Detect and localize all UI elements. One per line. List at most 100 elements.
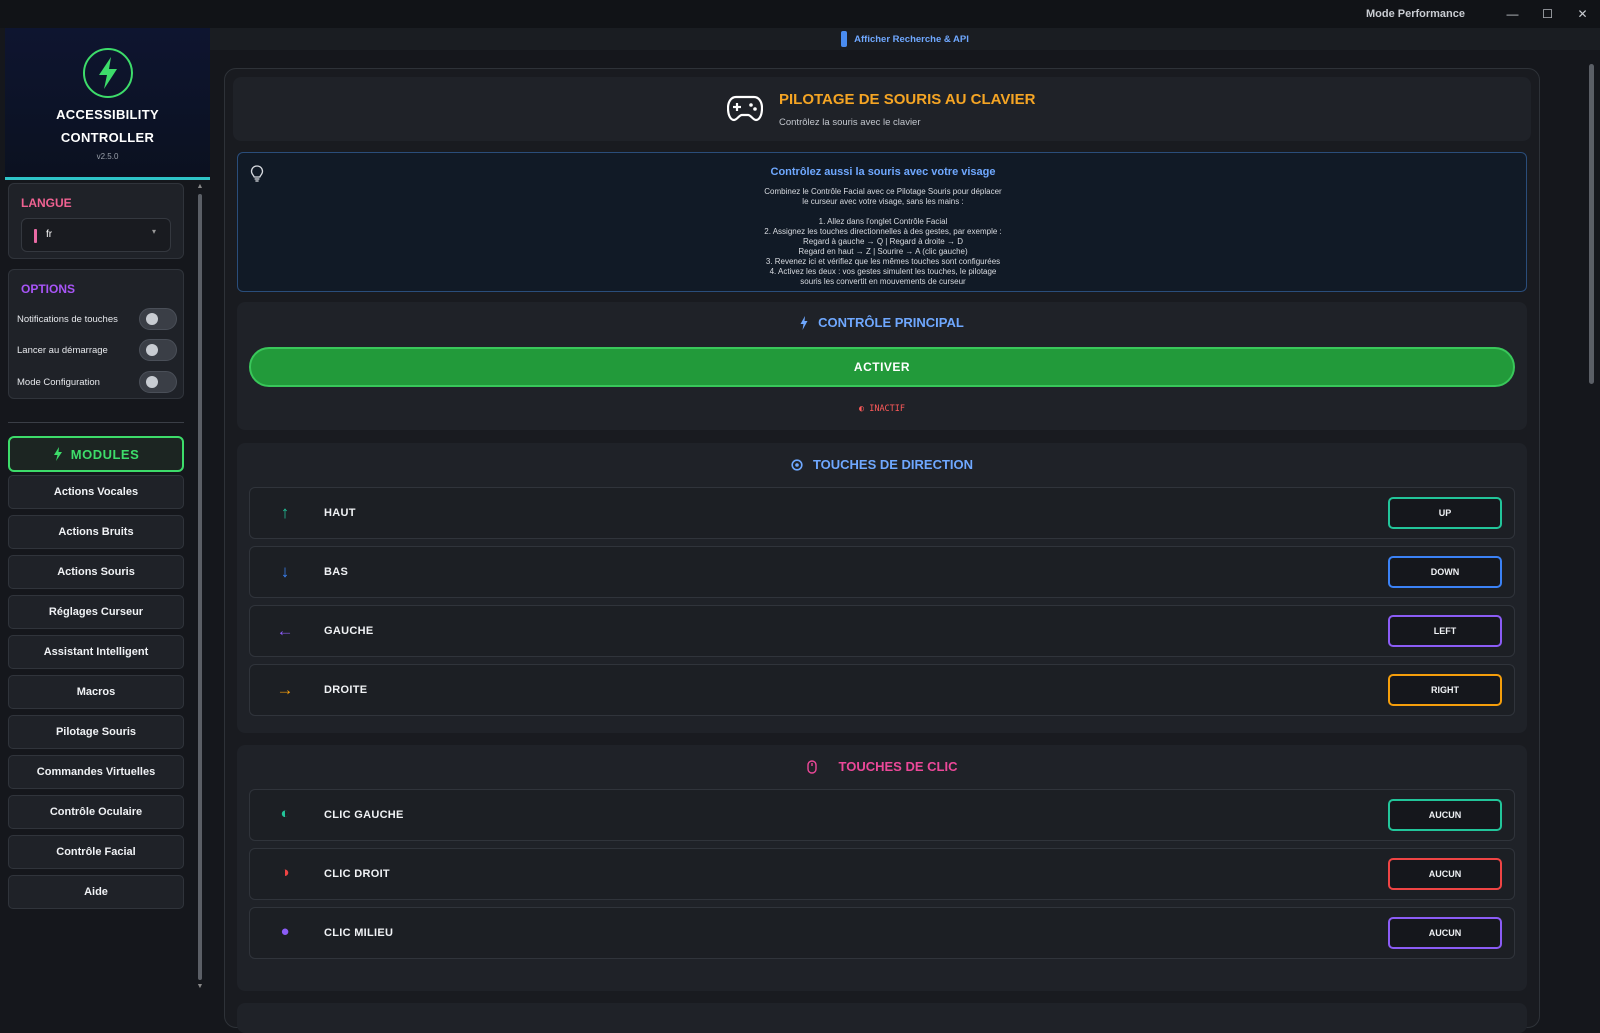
main-control-header: CONTRÔLE PRINCIPAL (237, 315, 1527, 330)
key-binding-down[interactable]: DOWN (1388, 556, 1502, 588)
content-panel: PILOTAGE DE SOURIS AU CLAVIER Contrôlez … (224, 68, 1540, 1033)
key-binding-middle-click[interactable]: AUCUN (1388, 917, 1502, 949)
main-scrollbar[interactable] (1589, 64, 1595, 1014)
lightning-icon (82, 48, 133, 98)
status-indicator: ◐ INACTIF (858, 404, 906, 414)
nav-item-pilotage-souris[interactable]: Pilotage Souris (8, 715, 184, 749)
scroll-up-icon[interactable]: ▲ (196, 182, 204, 192)
close-icon[interactable]: ✕ (1565, 7, 1600, 21)
tip-line: Regard à gauche → Q | Regard à droite → … (803, 237, 963, 246)
direction-name: BAS (324, 566, 349, 578)
tip-line: souris les convertit en mouvements de cu… (800, 277, 966, 286)
performance-mode-label[interactable]: Mode Performance (1366, 8, 1465, 20)
gamepad-icon (727, 95, 763, 122)
sidebar-scrollbar[interactable]: ▲ ▼ (196, 182, 204, 1014)
activate-button[interactable]: ACTIVER (249, 347, 1515, 387)
key-binding-left[interactable]: LEFT (1388, 615, 1502, 647)
direction-name: GAUCHE (324, 625, 374, 637)
direction-row-right: → DROITE RIGHT (249, 664, 1515, 716)
key-binding-up[interactable]: UP (1388, 497, 1502, 529)
tip-title: Contrôlez aussi la souris avec votre vis… (770, 166, 996, 178)
sidebar-scroll-thumb[interactable] (198, 194, 202, 980)
scroll-down-icon[interactable]: ▼ (196, 982, 204, 992)
maximize-icon[interactable]: ☐ (1530, 7, 1565, 21)
arrow-right-icon: → (276, 680, 294, 699)
facial-tip-box: Contrôlez aussi la souris avec votre vis… (237, 152, 1527, 292)
tip-line: 3. Revenez ici et vérifiez que les mêmes… (765, 257, 1001, 266)
window-titlebar: Mode Performance — ☐ ✕ (0, 0, 1600, 28)
direction-title: TOUCHES DE DIRECTION (812, 457, 974, 472)
tip-line: 2. Assignez les touches directionnelles … (764, 227, 1002, 236)
language-select[interactable]: fr ▾ (21, 218, 171, 252)
next-section-stub (237, 1003, 1527, 1033)
tip-line (238, 207, 1528, 217)
sidebar-divider (8, 422, 184, 423)
app-version: v2.5.0 (96, 152, 119, 161)
tip-line: 1. Allez dans l'onglet Contrôle Facial (818, 217, 948, 226)
click-section: TOUCHES DE CLIC ◐ CLIC GAUCHE AUCUN ◑ CL… (237, 745, 1527, 991)
option-startup: Lancer au démarrage (17, 338, 177, 362)
full-circle-icon: ● (280, 923, 290, 940)
language-title: LANGUE (21, 196, 72, 210)
modules-button[interactable]: MODULES (8, 436, 184, 472)
notifications-toggle[interactable] (139, 308, 177, 330)
main-control-section: CONTRÔLE PRINCIPAL ACTIVER ◐ INACTIF (237, 302, 1527, 430)
lightning-icon (53, 447, 62, 461)
direction-name: HAUT (324, 507, 356, 519)
arrow-left-icon: ← (276, 621, 294, 640)
lightning-icon (800, 315, 808, 330)
app-title-line2: CONTROLLER (60, 130, 155, 145)
page-header: PILOTAGE DE SOURIS AU CLAVIER Contrôlez … (233, 77, 1531, 141)
right-half-circle-icon: ◑ (280, 864, 290, 881)
nav-item-controle-oculaire[interactable]: Contrôle Oculaire (8, 795, 184, 829)
tip-line: 4. Activez les deux : vos gestes simulen… (769, 267, 997, 276)
minimize-icon[interactable]: — (1495, 7, 1530, 21)
main-scroll-thumb[interactable] (1589, 64, 1594, 384)
click-header: TOUCHES DE CLIC (237, 759, 1527, 774)
click-row-right: ◑ CLIC DROIT AUCUN (249, 848, 1515, 900)
main-control-title: CONTRÔLE PRINCIPAL (818, 315, 964, 330)
option-label: Mode Configuration (17, 376, 100, 388)
nav-item-commandes-virtuelles[interactable]: Commandes Virtuelles (8, 755, 184, 789)
main-area: Afficher Recherche & API PILOTAGE DE SOU… (210, 28, 1600, 1033)
nav-item-actions-vocales[interactable]: Actions Vocales (8, 475, 184, 509)
key-binding-right-click[interactable]: AUCUN (1388, 858, 1502, 890)
nav-item-actions-bruits[interactable]: Actions Bruits (8, 515, 184, 549)
app-title-line1: ACCESSIBILITY (56, 107, 159, 122)
direction-row-up: ↑ HAUT UP (249, 487, 1515, 539)
sidebar: ACCESSIBILITY CONTROLLER v2.5.0 ▲ ▼ LANG… (0, 28, 210, 1014)
modules-label: MODULES (70, 446, 140, 462)
left-half-circle-icon: ◐ (280, 805, 290, 822)
key-binding-right[interactable]: RIGHT (1388, 674, 1502, 706)
direction-header: TOUCHES DE DIRECTION (237, 457, 1527, 472)
tip-line: le curseur avec votre visage, sans les m… (802, 197, 964, 206)
mouse-icon (806, 759, 817, 774)
click-name: CLIC MILIEU (324, 927, 394, 939)
startup-toggle[interactable] (139, 339, 177, 361)
click-title: TOUCHES DE CLIC (838, 759, 958, 774)
nav-item-actions-souris[interactable]: Actions Souris (8, 555, 184, 589)
arrow-up-icon: ↑ (280, 503, 290, 522)
tip-body: Combinez le Contrôle Facial avec ce Pilo… (238, 187, 1528, 287)
nav-item-aide[interactable]: Aide (8, 875, 184, 909)
click-row-left: ◐ CLIC GAUCHE AUCUN (249, 789, 1515, 841)
option-label: Lancer au démarrage (17, 344, 108, 356)
options-card: OPTIONS Notifications de touches Lancer … (8, 269, 184, 399)
options-title: OPTIONS (21, 282, 76, 296)
nav-item-reglages-curseur[interactable]: Réglages Curseur (8, 595, 184, 629)
page-subtitle: Contrôlez la souris avec le clavier (779, 117, 921, 128)
nav-item-macros[interactable]: Macros (8, 675, 184, 709)
direction-row-left: ← GAUCHE LEFT (249, 605, 1515, 657)
nav-item-controle-facial[interactable]: Contrôle Facial (8, 835, 184, 869)
page-title: PILOTAGE DE SOURIS AU CLAVIER (779, 91, 1036, 108)
key-binding-left-click[interactable]: AUCUN (1388, 799, 1502, 831)
chevron-down-icon: ▾ (151, 227, 156, 236)
click-name: CLIC GAUCHE (324, 809, 404, 821)
search-api-label: Afficher Recherche & API (854, 33, 969, 45)
direction-row-down: ↓ BAS DOWN (249, 546, 1515, 598)
nav-item-assistant[interactable]: Assistant Intelligent (8, 635, 184, 669)
search-api-toggle[interactable]: Afficher Recherche & API (210, 28, 1600, 50)
direction-name: DROITE (324, 684, 368, 696)
config-mode-toggle[interactable] (139, 371, 177, 393)
language-value: fr (46, 229, 53, 240)
